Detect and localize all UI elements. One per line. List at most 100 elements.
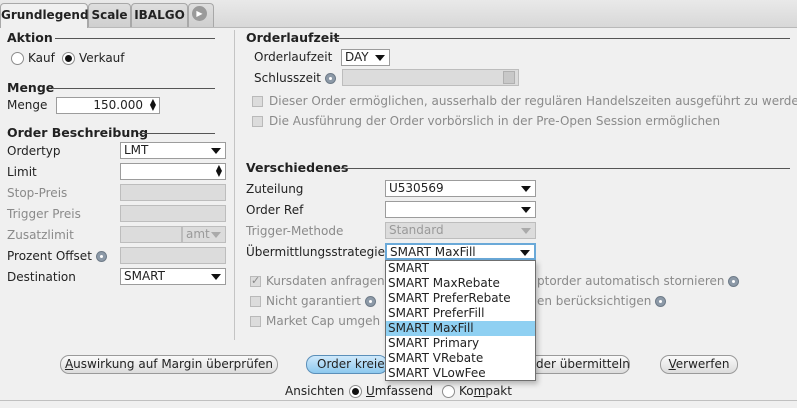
ordertyp-value: LMT bbox=[124, 143, 149, 157]
menge-label: Menge bbox=[7, 98, 48, 112]
zuteilung-label: Zuteilung bbox=[246, 182, 304, 196]
umfassend-radio[interactable] bbox=[349, 385, 362, 398]
ansichten-label: Ansichten bbox=[285, 384, 345, 398]
strategie-option[interactable]: SMART PreferRebate bbox=[386, 291, 535, 306]
kursdaten-label: Kursdaten anfragen bbox=[266, 274, 385, 288]
nicht-garantiert-checkbox bbox=[250, 296, 261, 307]
prozent-offset-input bbox=[120, 247, 226, 264]
zuteilung-value: U530569 bbox=[389, 181, 444, 195]
zusatzlimit-unit-value: amt bbox=[186, 227, 210, 241]
schlusszeit-label: Schlusszeit bbox=[254, 71, 336, 85]
help-icon[interactable] bbox=[95, 251, 107, 262]
bottom-border bbox=[0, 400, 797, 401]
strategie-option[interactable]: SMART PreferFill bbox=[386, 306, 535, 321]
verkauf-label: Verkauf bbox=[79, 51, 125, 65]
trigger-methode-select: Standard bbox=[385, 222, 536, 239]
orderlaufzeit-title: Orderlaufzeit bbox=[246, 30, 340, 45]
strategie-value: SMART MaxFill bbox=[390, 245, 476, 259]
divider bbox=[52, 88, 215, 89]
strategie-dropdown-list[interactable]: SMART SMART MaxRebate SMART PreferRebate… bbox=[385, 260, 536, 381]
play-circle-icon[interactable]: ▶ bbox=[192, 6, 207, 21]
divider bbox=[341, 168, 790, 169]
kauf-radio[interactable] bbox=[11, 52, 24, 65]
stepper-icon[interactable]: ▲ ▼ bbox=[150, 98, 156, 112]
tab-bar: Grundlegend Scale IBALGO ▶ bbox=[0, 0, 797, 28]
order-uebermitteln-button[interactable]: der übermitteln bbox=[526, 355, 630, 374]
order-ref-label: Order Ref bbox=[246, 203, 304, 217]
beruecksichtigen-label: en berücksichtigen bbox=[537, 294, 667, 308]
kompakt-text-b: pakt bbox=[485, 384, 512, 398]
aktion-title: Aktion bbox=[7, 30, 53, 45]
tab-grundlegend[interactable]: Grundlegend bbox=[0, 3, 89, 28]
umfassend-label: Umfassend bbox=[366, 384, 433, 398]
nicht-garantiert-label: Nicht garantiert bbox=[266, 294, 376, 308]
divider bbox=[138, 133, 215, 134]
chevron-down-icon bbox=[521, 207, 531, 213]
strategie-option[interactable]: SMART VLowFee bbox=[386, 366, 535, 381]
tab-ibalgo[interactable]: IBALGO bbox=[131, 3, 188, 27]
zusatzlimit-input bbox=[120, 226, 182, 243]
limit-label: Limit bbox=[7, 165, 37, 179]
margin-check-button[interactable]: Auswirkung auf Margin überprüfen bbox=[60, 355, 278, 374]
ordertyp-label: Ordertyp bbox=[7, 144, 61, 158]
help-icon[interactable] bbox=[655, 296, 667, 307]
kompakt-radio[interactable] bbox=[442, 385, 455, 398]
stepper-icon[interactable]: ▲ ▼ bbox=[216, 164, 222, 178]
limit-input[interactable]: ▲ ▼ bbox=[120, 163, 226, 180]
help-icon[interactable] bbox=[324, 73, 336, 84]
help-icon[interactable] bbox=[364, 296, 376, 307]
zusatzlimit-label: Zusatzlimit bbox=[7, 228, 74, 242]
prozent-offset-text: Prozent Offset bbox=[7, 249, 92, 263]
outside-rth-label: Dieser Order ermöglichen, ausserhalb der… bbox=[269, 94, 797, 108]
margin-mnemonic: A bbox=[64, 357, 74, 371]
trigger-methode-label: Trigger-Methode bbox=[246, 224, 344, 238]
trigger-preis-label: Trigger Preis bbox=[7, 207, 81, 221]
tab-scale[interactable]: Scale bbox=[88, 3, 131, 27]
auto-cancel-text: ptorder automatisch stornieren bbox=[537, 274, 725, 288]
chevron-down-icon bbox=[375, 55, 385, 61]
market-cap-checkbox bbox=[250, 316, 261, 327]
chevron-down-icon bbox=[211, 232, 221, 238]
verwerfen-mnemonic: V bbox=[668, 357, 676, 371]
stop-preis-input bbox=[120, 184, 226, 201]
strategie-option-selected[interactable]: SMART MaxFill bbox=[386, 321, 535, 336]
order-ref-select[interactable] bbox=[385, 201, 536, 218]
umfassend-text: mfassend bbox=[374, 384, 434, 398]
zusatzlimit-unit-select: amt bbox=[182, 226, 226, 243]
strategie-option[interactable]: SMART VRebate bbox=[386, 351, 535, 366]
zuteilung-select[interactable]: U530569 bbox=[385, 180, 536, 197]
beruecksichtigen-text: en berücksichtigen bbox=[537, 294, 652, 308]
order-uebermitteln-label: der übermitteln bbox=[536, 357, 630, 371]
order-kreieren-button[interactable]: Order kreie bbox=[306, 355, 388, 374]
stop-preis-label: Stop-Preis bbox=[7, 186, 68, 200]
help-icon[interactable] bbox=[728, 276, 740, 287]
menge-value: 150.000 bbox=[93, 98, 143, 112]
verwerfen-button[interactable]: Verwerfen bbox=[660, 355, 738, 374]
strategie-label: Übermittlungsstrategie bbox=[246, 245, 386, 259]
pre-open-label: Die Ausführung der Order vorbörslich in … bbox=[269, 114, 721, 128]
ordertyp-select[interactable]: LMT bbox=[120, 142, 226, 159]
menge-title: Menge bbox=[7, 80, 55, 95]
trigger-preis-input bbox=[120, 205, 226, 222]
margin-label: uswirkung auf Margin überprüfen bbox=[73, 357, 274, 371]
strategie-option[interactable]: SMART MaxRebate bbox=[386, 276, 535, 291]
outside-rth-checkbox bbox=[252, 96, 263, 107]
orderlaufzeit-select[interactable]: DAY bbox=[341, 49, 390, 66]
market-cap-label: Market Cap umgeh bbox=[266, 314, 381, 328]
strategie-select[interactable]: SMART MaxFill bbox=[385, 243, 536, 260]
chevron-down-icon bbox=[211, 274, 221, 280]
destination-value: SMART bbox=[124, 269, 165, 283]
kompakt-label: Kompakt bbox=[459, 384, 512, 398]
strategie-option[interactable]: SMART Primary bbox=[386, 336, 535, 351]
umfassend-mnemonic: U bbox=[366, 384, 375, 398]
calendar-icon bbox=[503, 71, 515, 84]
trigger-methode-value: Standard bbox=[389, 223, 444, 237]
verkauf-radio[interactable] bbox=[62, 52, 75, 65]
kursdaten-checkbox bbox=[250, 274, 261, 287]
kompakt-mnemonic: m bbox=[473, 384, 486, 398]
chevron-down-icon bbox=[521, 228, 531, 234]
strategie-option[interactable]: SMART bbox=[386, 261, 535, 276]
column-divider bbox=[234, 30, 235, 340]
menge-input[interactable]: 150.000 ▲ ▼ bbox=[56, 97, 160, 114]
destination-select[interactable]: SMART bbox=[120, 268, 226, 285]
